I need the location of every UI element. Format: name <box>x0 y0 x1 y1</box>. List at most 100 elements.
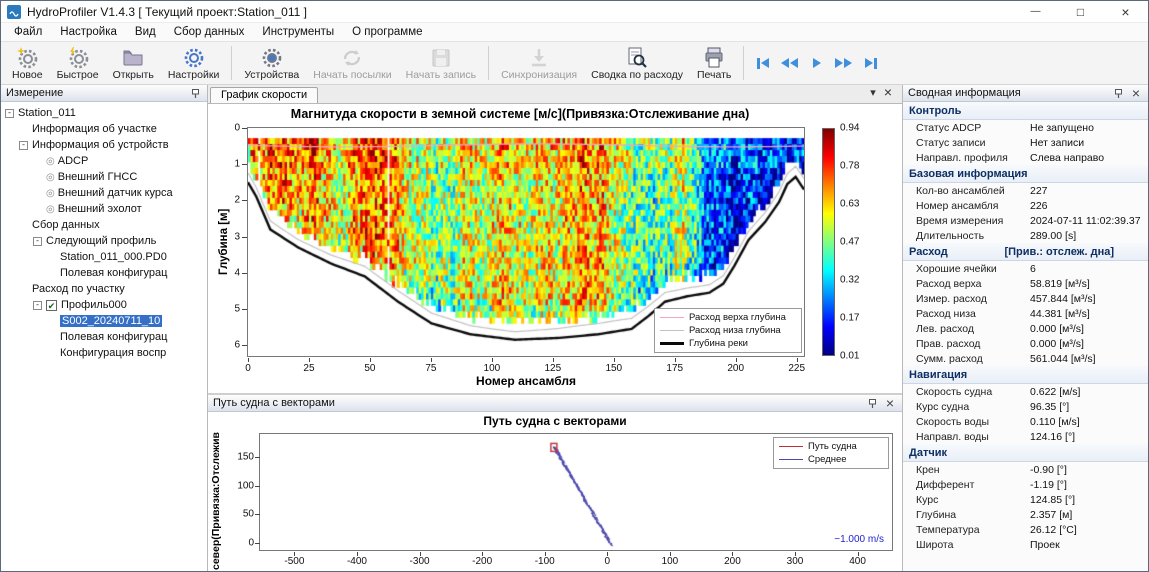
close-icon[interactable] <box>1103 1 1148 22</box>
tree-item-label: Полевая конфигурац <box>60 331 167 343</box>
tree-item[interactable]: -Station_011 <box>1 105 207 121</box>
tree-item-label: Сбор данных <box>32 219 100 231</box>
tree-item[interactable]: ◎Внешний эхолот <box>1 201 207 217</box>
track-panel-header: Путь судна с векторами <box>208 395 902 412</box>
skip-end-button[interactable] <box>857 50 884 76</box>
tab-velocity-graph[interactable]: График скорости <box>210 87 318 103</box>
legend-label: Глубина реки <box>689 338 748 349</box>
summary-row: Статус записиНет записи <box>903 135 1148 150</box>
summary-value: -1.19 [°] <box>1030 479 1067 491</box>
menu-item[interactable]: Настройка <box>51 26 126 38</box>
legend-item: Путь судна <box>779 440 883 453</box>
tree-item[interactable]: ◎Внешний ГНСС <box>1 169 207 185</box>
play-button[interactable] <box>803 50 830 76</box>
summary-value: 226 <box>1030 200 1048 212</box>
devices-button[interactable]: Устройства <box>237 43 306 84</box>
tree-item[interactable]: Конфигурация воспр <box>1 345 207 361</box>
pin-icon[interactable] <box>188 88 202 99</box>
section-title: Контроль <box>909 105 961 117</box>
checkbox-icon[interactable]: ✔ <box>46 300 57 311</box>
tree-item[interactable]: Расход по участку <box>1 281 207 297</box>
tick-mark <box>255 514 260 515</box>
workspace: Измерение -Station_011Информация об учас… <box>1 85 1148 572</box>
tree-item[interactable]: Информация об участке <box>1 121 207 137</box>
panel-buttons <box>862 84 900 103</box>
summary-value: 0.000 [м³/s] <box>1030 323 1084 335</box>
summary-row: Направл. профиляСлева направо <box>903 150 1148 165</box>
open-button[interactable]: Открыть <box>106 43 161 84</box>
pin-icon[interactable] <box>1111 88 1125 99</box>
colorbar-tick-label: 0.94 <box>840 123 859 134</box>
tree-item[interactable]: Сбор данных <box>1 217 207 233</box>
toolbar: НовоеБыстроеОткрытьНастройкиУстройстваНа… <box>1 42 1148 85</box>
center-area: График скорости Магнитуда скорости в зем… <box>208 85 902 572</box>
tree-item[interactable]: Полевая конфигурац <box>1 265 207 281</box>
summary-row: Расход верха58.819 [м³/s] <box>903 276 1148 291</box>
summary-section-header: Навигация <box>903 366 1148 384</box>
start-pings-icon <box>341 47 363 69</box>
tick-label: 1 <box>234 159 240 170</box>
tick-mark <box>242 128 247 129</box>
tick-mark <box>248 358 249 362</box>
rewind-button[interactable] <box>776 50 803 76</box>
tree-expander-icon[interactable]: - <box>33 301 42 310</box>
menu-item[interactable]: Сбор данных <box>165 26 254 38</box>
quick-button[interactable]: Быстрое <box>50 43 106 84</box>
devices-icon <box>261 47 283 69</box>
tick-label: 300 <box>787 556 804 567</box>
track-chart-title: Путь судна с векторами <box>208 414 902 428</box>
summary-label: Широта <box>903 539 1030 551</box>
tick-mark <box>242 345 247 346</box>
tree-item-label: Station_011 <box>18 107 76 119</box>
section-title: Базовая информация <box>909 168 1028 180</box>
tree-item[interactable]: Station_011_000.PD0 <box>1 249 207 265</box>
summary-value: Не запущено <box>1030 122 1094 134</box>
toolbar-button-label: Открыть <box>113 69 154 81</box>
tree-item[interactable]: ◎Внешний датчик курса <box>1 185 207 201</box>
close-panel-icon[interactable] <box>884 84 892 100</box>
close-panel-icon[interactable] <box>1129 85 1143 101</box>
tree-item[interactable]: S002_20240711_10 <box>1 313 207 329</box>
tree-item[interactable]: Полевая конфигурац <box>1 329 207 345</box>
tree-expander-icon[interactable]: - <box>33 237 42 246</box>
tick-mark <box>242 309 247 310</box>
toolbar-button-label: Настройки <box>168 69 220 81</box>
menu-item[interactable]: Инструменты <box>253 26 343 38</box>
quick-icon <box>67 47 89 69</box>
tree-expander-icon[interactable]: - <box>5 109 14 118</box>
new-icon <box>16 47 38 69</box>
fast-forward-button[interactable] <box>830 50 857 76</box>
summary-label: Прав. расход <box>903 338 1030 350</box>
tree-item[interactable]: -✔Профиль000 <box>1 297 207 313</box>
close-panel-icon[interactable] <box>883 395 897 411</box>
menu-item[interactable]: О программе <box>343 26 431 38</box>
minimize-icon[interactable] <box>1013 1 1058 22</box>
tree-item[interactable]: -Следующий профиль <box>1 233 207 249</box>
print-button[interactable]: Печать <box>690 43 738 84</box>
menu-item[interactable]: Файл <box>5 26 51 38</box>
tree-expander-icon[interactable]: - <box>19 141 28 150</box>
summary-label: Расход верха <box>903 278 1030 290</box>
tree-item[interactable]: -Информация об устройств <box>1 137 207 153</box>
maximize-icon[interactable] <box>1058 1 1103 22</box>
toolbar-separator <box>743 46 744 80</box>
pin-icon[interactable] <box>865 398 879 409</box>
settings-button[interactable]: Настройки <box>161 43 227 84</box>
discharge-summary-button[interactable]: Сводка по расходу <box>584 43 690 84</box>
summary-value: 124.16 [°] <box>1030 431 1075 443</box>
velocity-colorbar <box>822 128 835 356</box>
menu-bar: ФайлНастройкаВидСбор данныхИнструментыО … <box>1 23 1148 42</box>
skip-start-button[interactable] <box>749 50 776 76</box>
menu-item[interactable]: Вид <box>126 26 165 38</box>
tick-label: 25 <box>303 363 314 374</box>
tick-label: -200 <box>472 556 492 567</box>
new-button[interactable]: Новое <box>5 43 50 84</box>
tick-label: 0 <box>605 556 611 567</box>
summary-row: Крен-0.90 [°] <box>903 462 1148 477</box>
summary-label: Измер. расход <box>903 293 1030 305</box>
rewind-icon <box>790 58 798 68</box>
summary-label: Глубина <box>903 509 1030 521</box>
summary-label: Направл. воды <box>903 431 1030 443</box>
tree-item[interactable]: ◎ADCP <box>1 153 207 169</box>
chevron-down-icon[interactable] <box>870 86 876 99</box>
